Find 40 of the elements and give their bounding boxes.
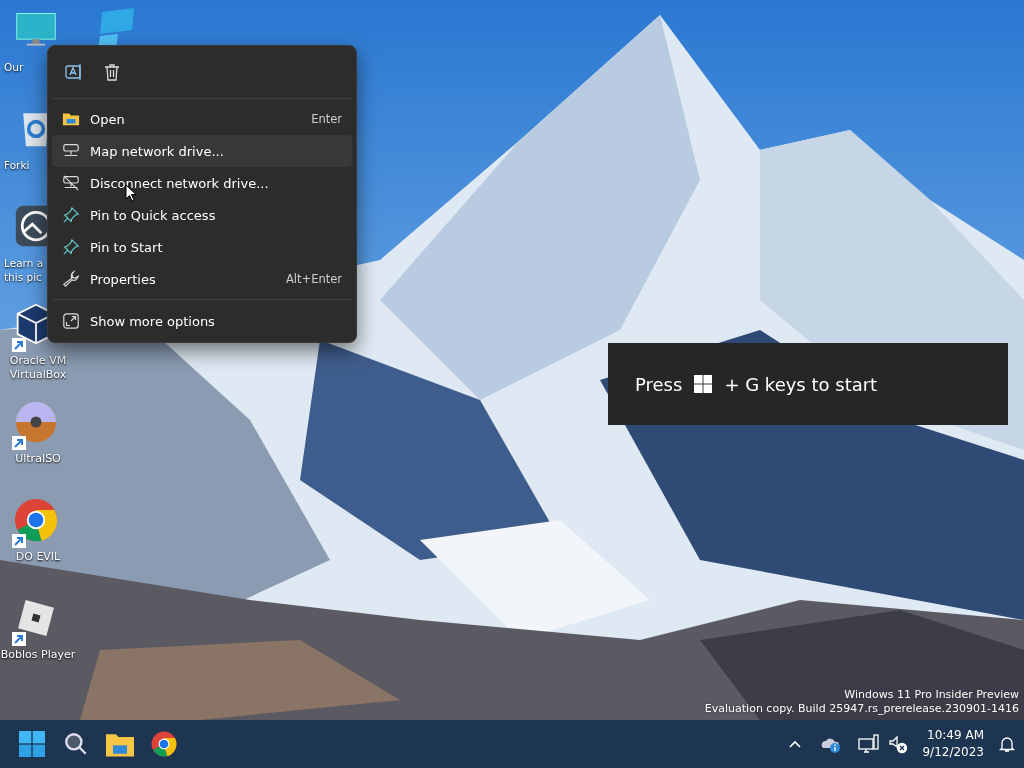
bell-icon[interactable] (998, 735, 1016, 753)
wrench-icon (62, 270, 80, 288)
menu-item[interactable]: Show more options (52, 304, 352, 338)
chrome-icon (151, 731, 177, 757)
rename-icon (64, 62, 84, 82)
search-icon (63, 731, 89, 757)
desktop-icon-label: UltraISO (15, 452, 61, 466)
network-drive-off-icon (62, 174, 80, 192)
desktop-icon-label: Learn a this pic (3, 256, 45, 284)
desktop-icon-label: Forki (3, 158, 31, 172)
speaker-muted-icon[interactable] (888, 734, 909, 754)
clock[interactable]: 10:49 AM 9/12/2023 (916, 727, 990, 761)
trash-icon (102, 62, 122, 82)
shortcut-arrow-icon (12, 338, 26, 352)
desktop-icon-label: Our (3, 60, 25, 74)
watermark-text: Evaluation copy. Build 25947.rs_prerelease.230901-1416 (704, 702, 1019, 716)
desktop-icon-label: Boblos Player (0, 648, 76, 662)
menu-item[interactable]: Pin to Quick access (52, 199, 352, 231)
menu-item[interactable]: Properties Alt+Enter (52, 263, 352, 295)
menu-item[interactable]: Open Enter (52, 103, 352, 135)
menu-item[interactable]: Disconnect network drive... (52, 167, 352, 199)
pin-icon (62, 206, 80, 224)
chrome-icon (14, 498, 58, 542)
desktop-icon-label: Oracle VM VirtualBox (8, 354, 68, 382)
shortcut-arrow-icon (12, 534, 26, 548)
windows-logo-icon (19, 731, 45, 757)
folder-icon (106, 731, 134, 757)
disc-icon (14, 400, 58, 444)
shortcut-arrow-icon (12, 632, 26, 646)
menu-item[interactable]: Pin to Start (52, 231, 352, 263)
toast-text: + G keys to start (724, 373, 878, 395)
menu-item[interactable]: Map network drive... (52, 135, 352, 167)
expand-icon (62, 312, 80, 330)
pin-icon (62, 238, 80, 256)
watermark-text: Windows 11 Pro Insider Preview (844, 688, 1019, 702)
windows-logo-icon (694, 375, 713, 393)
shortcut-arrow-icon (12, 436, 26, 450)
network-icon[interactable] (858, 734, 881, 754)
toast-text: Press (635, 373, 683, 395)
desktop-icon-label: DO EVIL (15, 550, 61, 564)
